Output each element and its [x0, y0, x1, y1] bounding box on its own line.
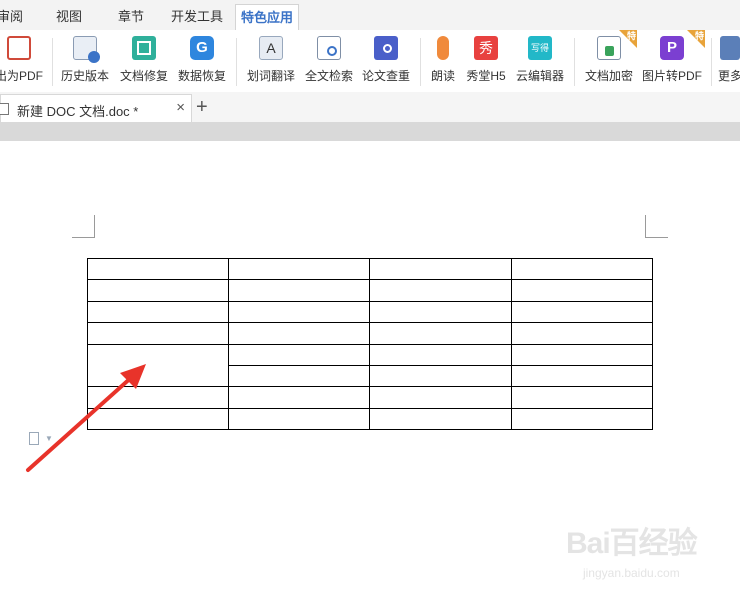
arrow-shaft — [26, 374, 135, 472]
watermark-main: Bai百经验 — [566, 527, 698, 560]
baidu-watermark: Bai百经验 jingyan.baidu.com — [566, 518, 698, 580]
annotation-arrow — [26, 364, 146, 472]
watermark-sub: jingyan.baidu.com — [582, 566, 680, 580]
